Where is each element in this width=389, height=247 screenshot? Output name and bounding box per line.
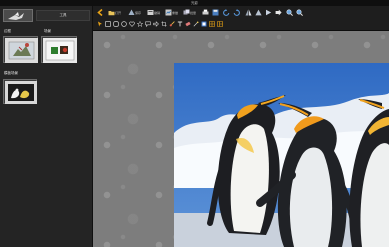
zoom-in-icon[interactable] — [286, 9, 293, 16]
back-arrow-icon[interactable] — [97, 9, 104, 16]
penguin-photo — [174, 63, 389, 247]
save-disk-icon[interactable] — [212, 9, 219, 16]
play-icon[interactable] — [265, 9, 272, 16]
layout-icon[interactable] — [217, 21, 223, 27]
frame-thumb-2[interactable] — [41, 36, 77, 63]
heart-icon[interactable] — [129, 21, 135, 27]
text-icon[interactable] — [177, 21, 183, 27]
undo-icon[interactable] — [147, 9, 154, 16]
fill-icon[interactable] — [201, 21, 207, 27]
tab-tools[interactable]: 工具 — [36, 10, 90, 21]
zoom-out-icon[interactable] — [296, 9, 303, 16]
batch-icon[interactable] — [183, 9, 190, 16]
triangle-icon[interactable] — [255, 9, 262, 16]
redo-label: 重做 — [172, 11, 179, 15]
undo-label: 撤销 — [154, 11, 161, 15]
ellipse-icon[interactable] — [121, 21, 127, 27]
frame-thumb-1-image — [5, 38, 38, 63]
rotate-left-icon[interactable] — [223, 9, 230, 16]
brush-icon[interactable] — [169, 21, 175, 27]
speech-bubble-icon[interactable] — [145, 21, 151, 27]
frame-thumb-1[interactable] — [3, 36, 38, 63]
group-label-template-scenes: 模板场景 — [4, 71, 18, 75]
grid-icon[interactable] — [209, 21, 215, 27]
open-label: 打开 — [115, 11, 122, 15]
app-logo — [3, 9, 33, 22]
arrow-shape-icon[interactable] — [153, 21, 159, 27]
magic-wand-icon[interactable] — [193, 21, 199, 27]
frame-thumb-2-image — [43, 38, 77, 63]
batch-label: 批量 — [190, 11, 197, 15]
star-icon[interactable] — [137, 21, 143, 27]
open-folder-icon[interactable] — [108, 9, 115, 16]
photo-canvas[interactable] — [174, 63, 389, 247]
eraser-icon[interactable] — [185, 21, 191, 27]
group-label-frames: 边框 — [4, 29, 11, 33]
crop-icon[interactable] — [161, 21, 167, 27]
save-label: 保存 — [135, 11, 142, 15]
next-icon[interactable] — [275, 9, 282, 16]
template-thumb-1-image — [5, 81, 37, 104]
flip-icon[interactable] — [245, 9, 252, 16]
group-label-scenes: 场景 — [44, 29, 51, 33]
rotate-right-icon[interactable] — [233, 9, 240, 16]
pointer-icon[interactable] — [97, 21, 103, 27]
print-icon[interactable] — [202, 9, 209, 16]
tab-tools-label: 工具 — [59, 13, 67, 17]
bird-logo-icon — [8, 12, 24, 20]
save-icon[interactable] — [128, 9, 135, 16]
template-thumb-1[interactable] — [3, 79, 37, 104]
window-title: 光影 — [191, 0, 198, 5]
toolbar: 打开 保存 撤销 重做 批量 — [93, 6, 389, 31]
rectangle-icon[interactable] — [105, 21, 111, 27]
redo-icon[interactable] — [165, 9, 172, 16]
rounded-rect-icon[interactable] — [113, 21, 119, 27]
